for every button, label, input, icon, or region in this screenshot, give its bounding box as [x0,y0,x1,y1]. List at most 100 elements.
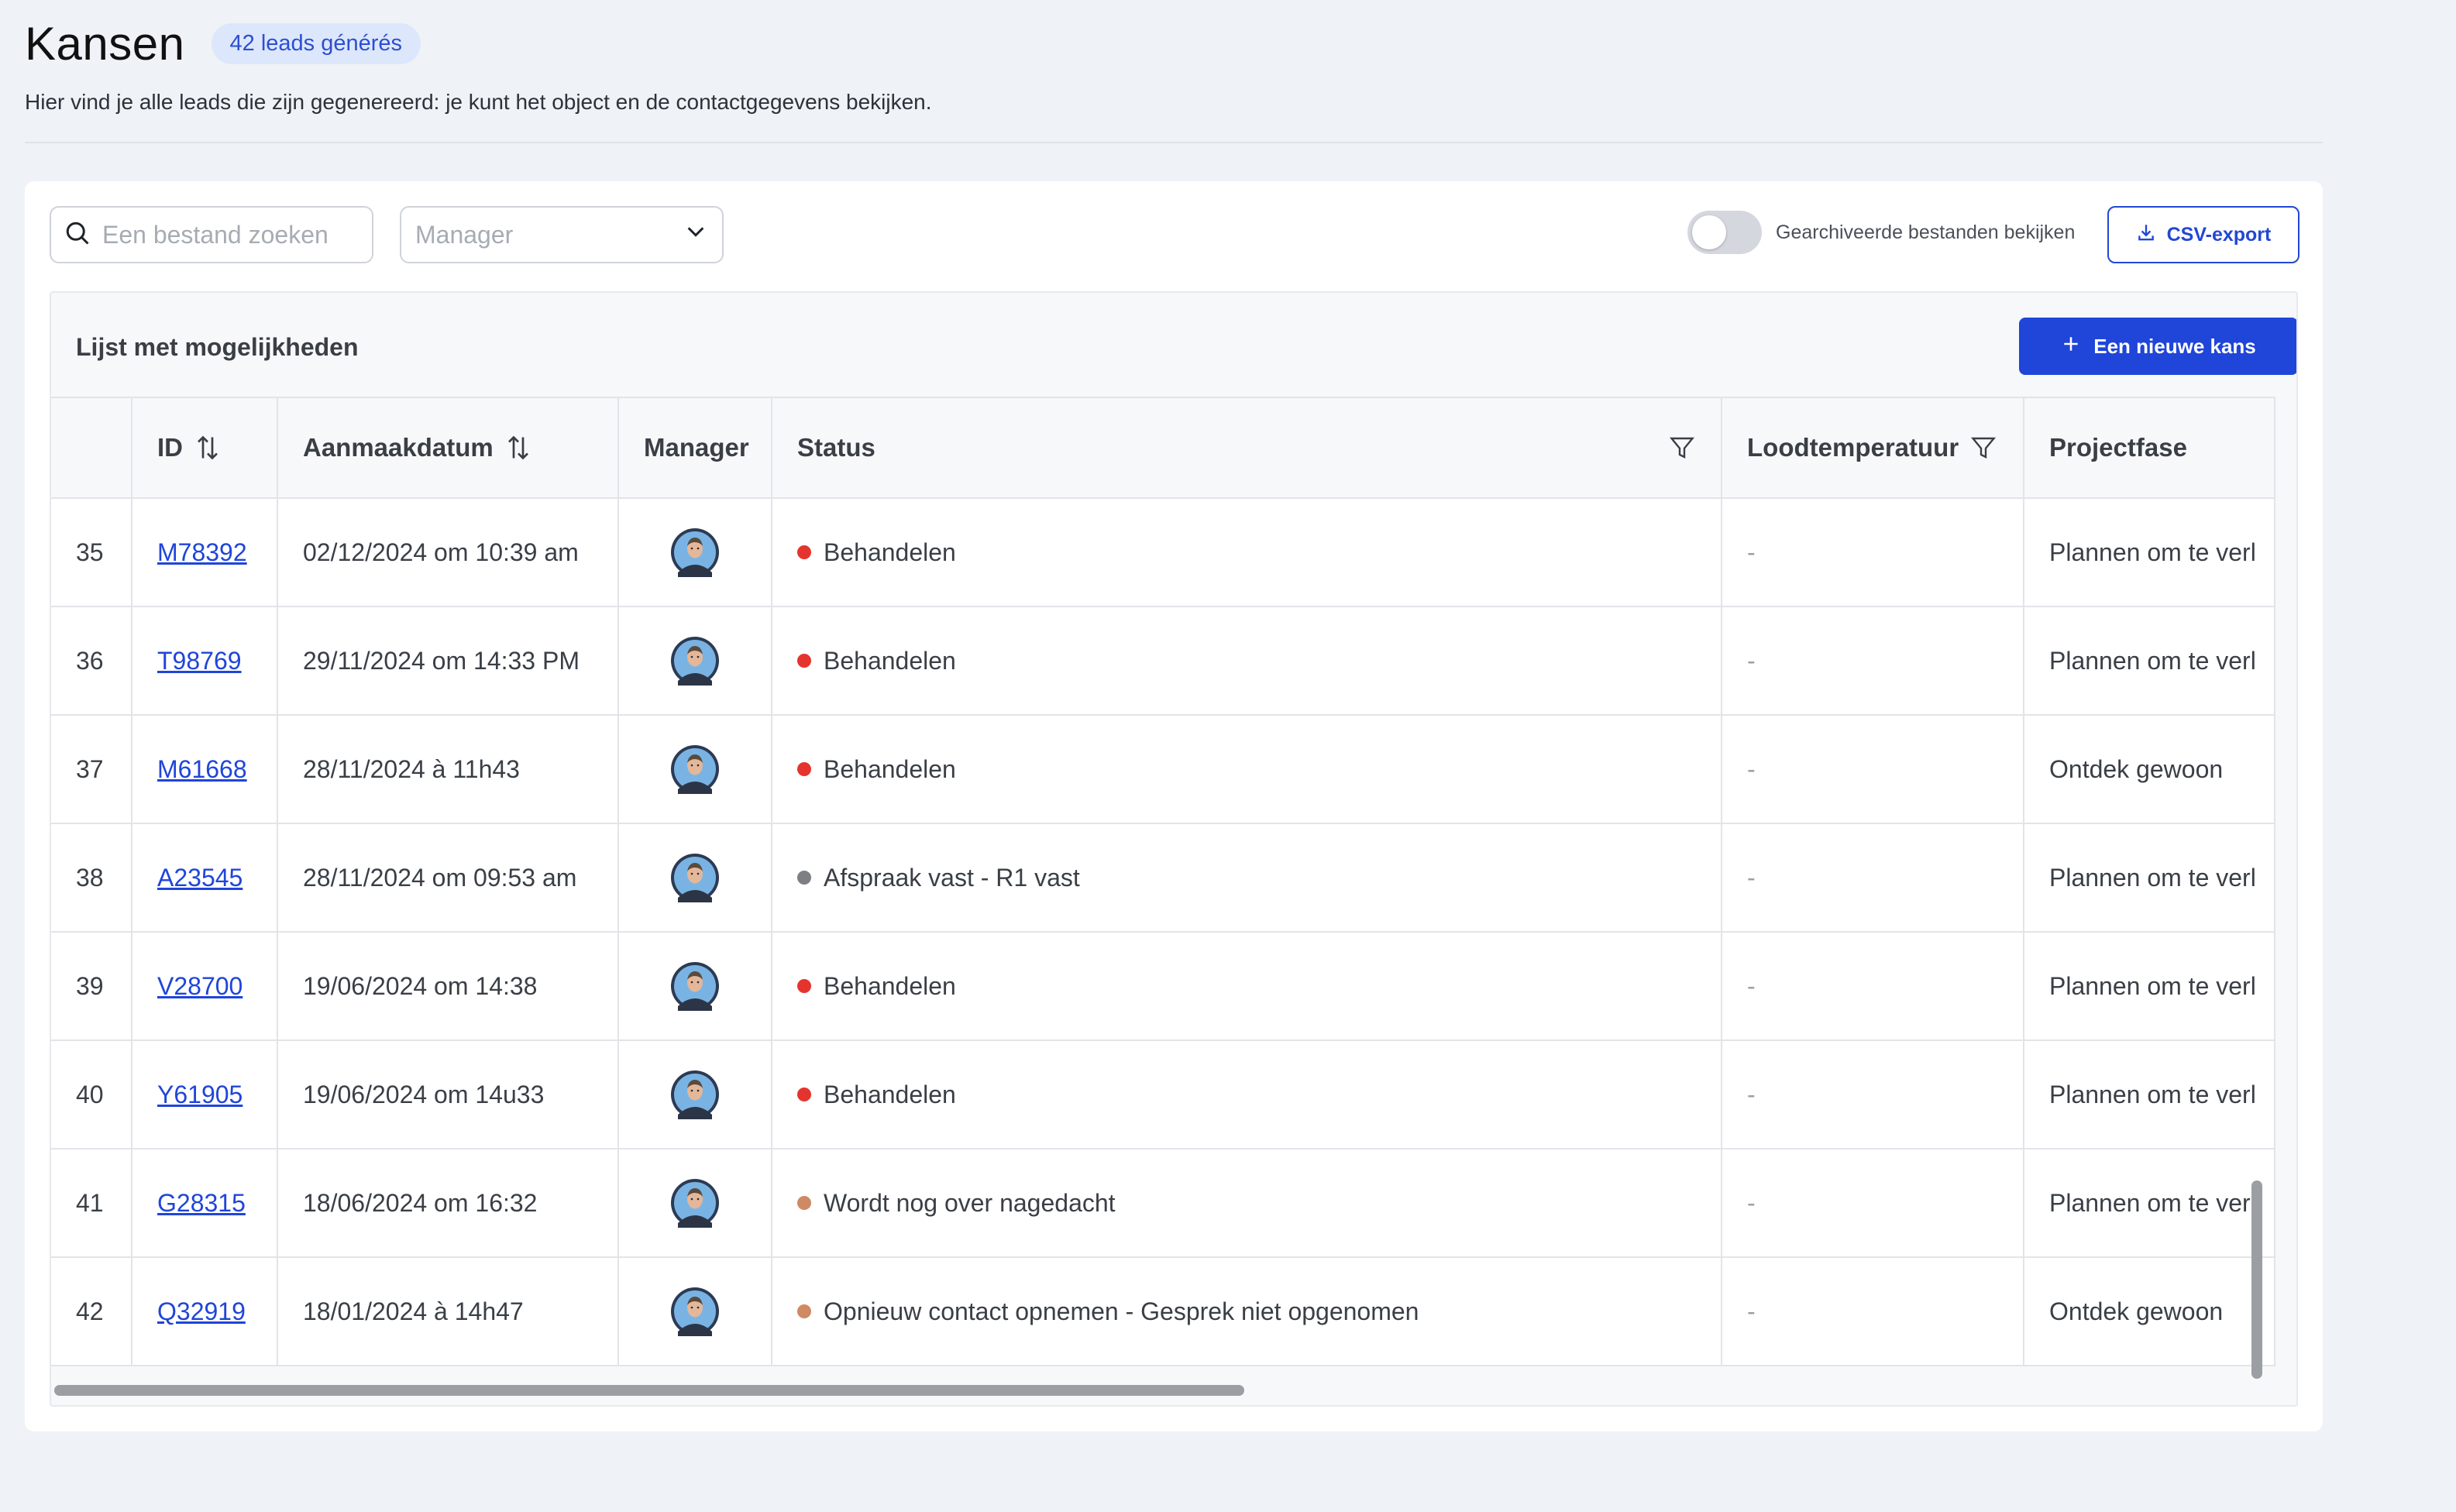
search-input[interactable] [101,219,352,250]
status-label: Opnieuw contact opnemen - Gesprek niet o… [824,1297,1419,1325]
temperature-cell: - [1721,606,2024,716]
status-cell: Behandelen [771,606,1722,716]
temperature-cell: - [1721,823,2024,933]
table-row[interactable]: 38 A23545 28/11/2024 om 09:53 am Afspraa… [51,823,2275,933]
opportunities-panel: Lijst met mogelijkheden Een nieuwe kans [50,291,2298,1407]
lead-id-link[interactable]: A23545 [157,864,243,892]
created-date: 02/12/2024 om 10:39 am [277,497,619,607]
table-header-row: ID Aanmaakdatum Manager Status Loodtempe… [51,397,2275,499]
opportunities-card: Manager Gearchiveerde bestanden bekijken… [25,181,2323,1431]
manager-select[interactable]: Manager [400,206,724,263]
status-dot [797,762,811,776]
avatar[interactable] [670,636,720,686]
filter-icon[interactable] [1969,434,1997,462]
lead-id-link[interactable]: Y61905 [157,1081,243,1108]
column-header-manager: Manager [617,397,772,499]
plus-icon [2061,334,2093,359]
sort-icon[interactable] [194,434,222,462]
phase-cell: Plannen om te verl [2023,1040,2275,1149]
page-title: Kansen [25,18,185,70]
page: Kansen 42 leads générés Hier vind je all… [0,0,2456,1512]
manager-cell [617,497,772,607]
table-row[interactable]: 35 M78392 02/12/2024 om 10:39 am Behande… [51,497,2275,607]
phase-cell: Plannen om te verl [2023,931,2275,1041]
manager-cell [617,1040,772,1149]
archived-toggle[interactable] [1687,211,1762,254]
column-header-created-label: Aanmaakdatum [303,433,494,462]
archived-toggle-label: Gearchiveerde bestanden bekijken [1776,222,2076,243]
table-row[interactable]: 39 V28700 19/06/2024 om 14:38 Behandelen… [51,931,2275,1041]
lead-id-link[interactable]: V28700 [157,972,243,1000]
status-label: Behandelen [824,971,956,1000]
status-label: Behandelen [824,538,956,566]
manager-select-placeholder: Manager [415,220,514,249]
lead-id-link[interactable]: T98769 [157,647,242,675]
avatar[interactable] [670,1070,720,1119]
lead-id-link[interactable]: M78392 [157,538,247,566]
avatar[interactable] [670,744,720,794]
phase-cell: Ontdek gewoon [2023,1256,2275,1366]
status-cell: Behandelen [771,931,1722,1041]
table-row[interactable]: 37 M61668 28/11/2024 à 11h43 Behandelen … [51,714,2275,824]
search-box[interactable] [50,206,373,263]
filter-icon[interactable] [1668,434,1696,462]
column-header-index [51,397,132,499]
column-header-id[interactable]: ID [131,397,278,499]
temperature-value: - [1747,971,1756,1000]
column-header-status-label: Status [797,433,875,462]
header-divider [25,142,2323,143]
temperature-value: - [1747,863,1756,892]
row-number: 40 [51,1040,132,1149]
temperature-value: - [1747,1297,1756,1325]
table-row[interactable]: 40 Y61905 19/06/2024 om 14u33 Behandelen… [51,1040,2275,1149]
csv-export-label: CSV-export [2166,223,2272,246]
table-body: 35 M78392 02/12/2024 om 10:39 am Behande… [51,497,2275,1366]
status-dot [797,979,811,993]
lead-id-cell: M61668 [131,714,278,824]
created-date: 19/06/2024 om 14:38 [277,931,619,1041]
lead-id-cell: Y61905 [131,1040,278,1149]
table-row[interactable]: 42 Q32919 18/01/2024 à 14h47 Opnieuw con… [51,1256,2275,1366]
lead-id-link[interactable]: G28315 [157,1189,246,1217]
page-subtitle: Hier vind je alle leads die zijn gegener… [25,90,932,114]
temperature-cell: - [1721,714,2024,824]
avatar[interactable] [670,853,720,902]
manager-cell [617,1148,772,1258]
opportunities-table: ID Aanmaakdatum Manager Status Loodtempe… [51,397,2275,1366]
avatar[interactable] [670,961,720,1011]
table-row[interactable]: 41 G28315 18/06/2024 om 16:32 Wordt nog … [51,1148,2275,1258]
csv-export-button[interactable]: CSV-export [2107,206,2299,263]
status-cell: Afspraak vast - R1 vast [771,823,1722,933]
new-opportunity-button[interactable]: Een nieuwe kans [2019,318,2296,375]
table-row[interactable]: 36 T98769 29/11/2024 om 14:33 PM Behande… [51,606,2275,716]
search-icon [64,219,91,251]
vertical-scrollbar[interactable] [2251,1180,2262,1379]
phase-cell: Ontdek gewoon [2023,714,2275,824]
temperature-value: - [1747,646,1756,675]
status-label: Afspraak vast - R1 vast [824,863,1080,892]
status-label: Behandelen [824,754,956,783]
row-number: 42 [51,1256,132,1366]
avatar[interactable] [670,527,720,577]
row-number: 41 [51,1148,132,1258]
lead-id-cell: Q32919 [131,1256,278,1366]
status-label: Behandelen [824,1080,956,1108]
column-header-id-label: ID [157,433,183,462]
lead-id-cell: T98769 [131,606,278,716]
sort-icon[interactable] [504,434,532,462]
lead-id-link[interactable]: Q32919 [157,1297,246,1325]
avatar[interactable] [670,1287,720,1336]
horizontal-scrollbar[interactable] [54,1385,1244,1396]
lead-id-cell: M78392 [131,497,278,607]
avatar[interactable] [670,1178,720,1228]
temperature-cell: - [1721,1256,2024,1366]
table-scroll-area[interactable]: ID Aanmaakdatum Manager Status Loodtempe… [51,397,2296,1379]
row-number: 38 [51,823,132,933]
temperature-value: - [1747,754,1756,783]
temperature-value: - [1747,538,1756,566]
temperature-value: - [1747,1188,1756,1217]
toggle-knob [1692,215,1726,249]
created-date: 18/01/2024 à 14h47 [277,1256,619,1366]
lead-id-link[interactable]: M61668 [157,755,247,783]
column-header-created[interactable]: Aanmaakdatum [277,397,619,499]
